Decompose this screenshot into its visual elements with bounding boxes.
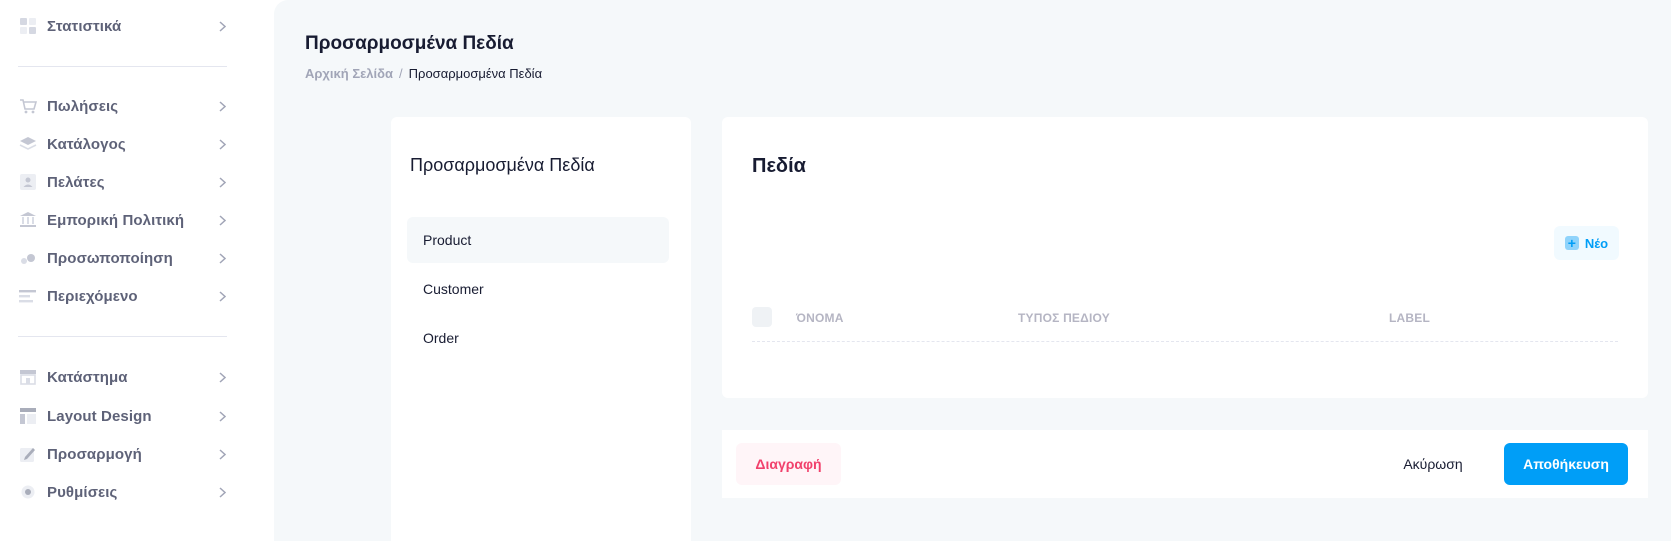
cart-icon	[19, 97, 37, 115]
chevron-right-icon	[217, 252, 227, 264]
new-field-button[interactable]: + Νέο	[1554, 226, 1619, 260]
breadcrumb: Αρχική Σελίδα / Προσαρμοσμένα Πεδία	[305, 66, 542, 81]
plus-icon: +	[1564, 236, 1579, 250]
sidebar-item-personalization[interactable]: Προσωποποίηση	[0, 244, 240, 272]
sidebar-item-label: Κατάστημα	[47, 368, 128, 386]
column-header-field-type[interactable]: ΤΥΠΟΣ ΠΕΔΙΟΥ	[1018, 311, 1110, 325]
sidebar-item-store[interactable]: Κατάστημα	[0, 363, 240, 391]
breadcrumb-current: Προσαρμοσμένα Πεδία	[408, 66, 543, 81]
chevron-right-icon	[217, 100, 227, 112]
field-type-label: Order	[423, 330, 459, 346]
save-button[interactable]: Αποθήκευση	[1504, 443, 1628, 485]
sidebar-item-customers[interactable]: Πελάτες	[0, 168, 240, 196]
sidebar-item-label: Εμπορική Πολιτική	[47, 211, 185, 229]
sidebar-item-label: Layout Design	[47, 407, 152, 425]
sidebar-item-label: Προσαρμογή	[47, 445, 142, 463]
store-icon	[19, 368, 37, 386]
chevron-right-icon	[217, 138, 227, 150]
cancel-button[interactable]: Ακύρωση	[1392, 443, 1474, 485]
gear-icon	[19, 483, 37, 501]
sidebar-divider	[18, 66, 227, 67]
chevron-right-icon	[217, 486, 227, 498]
chevron-right-icon	[217, 20, 227, 32]
layers-icon	[19, 135, 37, 153]
content-icon	[19, 287, 37, 305]
column-header-label[interactable]: LABEL	[1389, 311, 1430, 325]
chevron-right-icon	[217, 371, 227, 383]
breadcrumb-separator: /	[399, 66, 403, 81]
delete-button[interactable]: Διαγραφή	[736, 443, 841, 485]
new-field-button-label: Νέο	[1584, 235, 1609, 251]
field-types-card-title: Προσαρμοσμένα Πεδία	[410, 155, 595, 175]
breadcrumb-home-link[interactable]: Αρχική Σελίδα	[305, 66, 393, 81]
sidebar-item-label: Στατιστικά	[47, 17, 122, 35]
field-type-item-product[interactable]: Product	[407, 217, 669, 263]
sidebar-item-label: Πωλήσεις	[47, 97, 119, 115]
fields-card-title: Πεδία	[752, 155, 806, 177]
dashboard-icon	[19, 17, 37, 35]
bank-icon	[19, 211, 37, 229]
select-all-checkbox[interactable]	[752, 307, 772, 327]
fields-card: Πεδία + Νέο ΌΝΟΜΑ ΤΥΠΟΣ ΠΕΔΙΟΥ LABEL	[722, 117, 1648, 398]
chevron-right-icon	[217, 214, 227, 226]
fields-table-header: ΌΝΟΜΑ ΤΥΠΟΣ ΠΕΔΙΟΥ LABEL	[752, 307, 1618, 342]
sidebar-item-label: Πελάτες	[47, 173, 105, 191]
field-type-item-customer[interactable]: Customer	[407, 266, 669, 312]
users-icon	[19, 173, 37, 191]
sidebar-item-layout-design[interactable]: Layout Design	[0, 402, 240, 430]
page-title: Προσαρμοσμένα Πεδία	[305, 33, 514, 54]
column-header-name[interactable]: ΌΝΟΜΑ	[796, 311, 844, 325]
sidebar-item-content[interactable]: Περιεχόμενο	[0, 282, 240, 310]
field-type-item-order[interactable]: Order	[407, 315, 669, 361]
sidebar-item-settings[interactable]: Ρυθμίσεις	[0, 478, 240, 506]
chevron-right-icon	[217, 448, 227, 460]
sidebar-item-sales[interactable]: Πωλήσεις	[0, 92, 240, 120]
field-type-label: Product	[423, 232, 472, 248]
edit-icon	[19, 445, 37, 463]
chevron-right-icon	[217, 410, 227, 422]
chevron-right-icon	[217, 176, 227, 188]
chevron-right-icon	[217, 290, 227, 302]
personalize-icon	[19, 249, 37, 267]
sidebar-item-statistics[interactable]: Στατιστικά	[0, 12, 240, 40]
sidebar-item-label: Ρυθμίσεις	[47, 483, 118, 501]
sidebar-item-label: Κατάλογος	[47, 135, 126, 153]
sidebar: Στατιστικά Πωλήσεις Κατάλογος Πελάτες Εμ…	[0, 0, 274, 541]
layout-icon	[19, 407, 37, 425]
sidebar-item-catalog[interactable]: Κατάλογος	[0, 130, 240, 158]
sidebar-divider	[18, 336, 227, 337]
field-type-label: Customer	[423, 281, 484, 297]
action-bar: Διαγραφή Ακύρωση Αποθήκευση	[722, 430, 1648, 498]
sidebar-item-trade-policy[interactable]: Εμπορική Πολιτική	[0, 206, 240, 234]
field-types-card: Προσαρμοσμένα Πεδία Product Customer Ord…	[391, 117, 691, 541]
sidebar-item-customization[interactable]: Προσαρμογή	[0, 440, 240, 468]
sidebar-item-label: Προσωποποίηση	[47, 249, 173, 267]
sidebar-item-label: Περιεχόμενο	[47, 287, 138, 305]
